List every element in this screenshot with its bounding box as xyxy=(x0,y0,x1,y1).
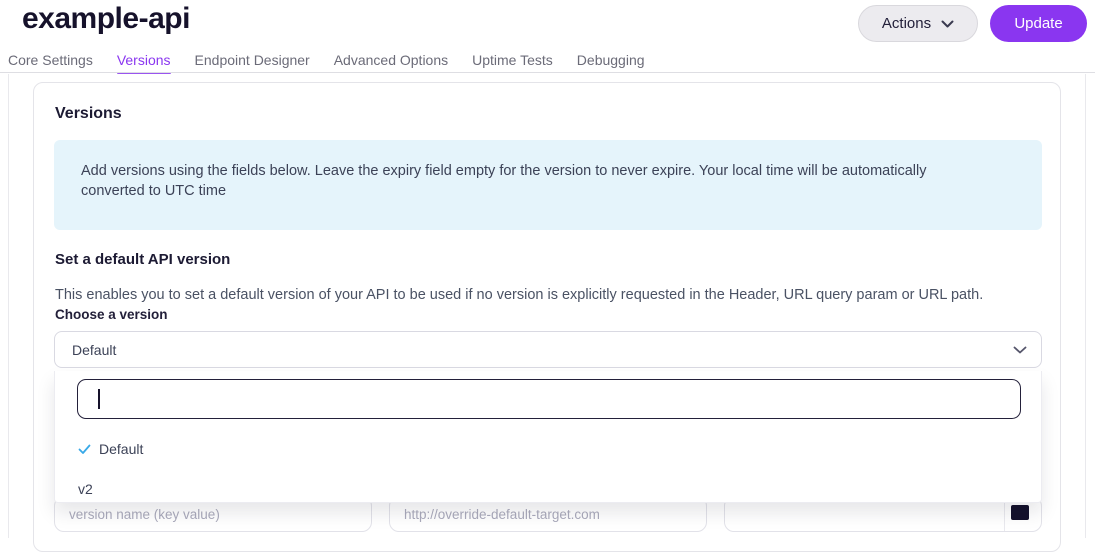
content-area: Versions Add versions using the fields b… xyxy=(0,74,1095,552)
tab-uptime-tests[interactable]: Uptime Tests xyxy=(472,50,553,72)
option-default-label: Default xyxy=(99,441,144,457)
versions-card: Versions Add versions using the fields b… xyxy=(33,82,1061,552)
scrollbar-track-edge xyxy=(1085,74,1086,538)
check-icon xyxy=(78,444,95,455)
version-search-input[interactable] xyxy=(77,379,1021,419)
tab-versions[interactable]: Versions xyxy=(116,50,171,75)
tab-advanced-options[interactable]: Advanced Options xyxy=(334,50,448,72)
update-button[interactable]: Update xyxy=(990,5,1087,42)
version-select-dropdown: Default v2 xyxy=(54,371,1042,503)
actions-button-label: Actions xyxy=(881,15,932,32)
tab-core-settings[interactable]: Core Settings xyxy=(8,50,93,72)
page-title: example-api xyxy=(22,2,190,35)
actions-button[interactable]: Actions xyxy=(858,5,978,42)
default-version-description: This enables you to set a default versio… xyxy=(55,287,984,303)
tab-debugging[interactable]: Debugging xyxy=(577,50,645,72)
header: example-api Actions Update xyxy=(0,0,1095,50)
choose-version-label: Choose a version xyxy=(55,307,168,322)
update-button-label: Update xyxy=(1014,15,1063,32)
left-divider xyxy=(8,74,9,538)
chevron-down-icon xyxy=(1013,341,1027,359)
version-select-value: Default xyxy=(72,341,117,358)
version-select[interactable]: Default xyxy=(54,331,1042,368)
option-v2[interactable]: v2 xyxy=(55,469,1043,509)
info-banner: Add versions using the fields below. Lea… xyxy=(54,140,1042,230)
versions-heading: Versions xyxy=(55,105,122,122)
option-default[interactable]: Default xyxy=(55,429,1043,469)
tab-bar: Core Settings Versions Endpoint Designer… xyxy=(0,50,1095,75)
option-v2-label: v2 xyxy=(78,481,93,497)
default-version-heading: Set a default API version xyxy=(55,251,231,268)
info-banner-text: Add versions using the fields below. Lea… xyxy=(81,163,927,199)
tab-endpoint-designer[interactable]: Endpoint Designer xyxy=(195,50,310,72)
chevron-down-icon xyxy=(941,15,954,32)
